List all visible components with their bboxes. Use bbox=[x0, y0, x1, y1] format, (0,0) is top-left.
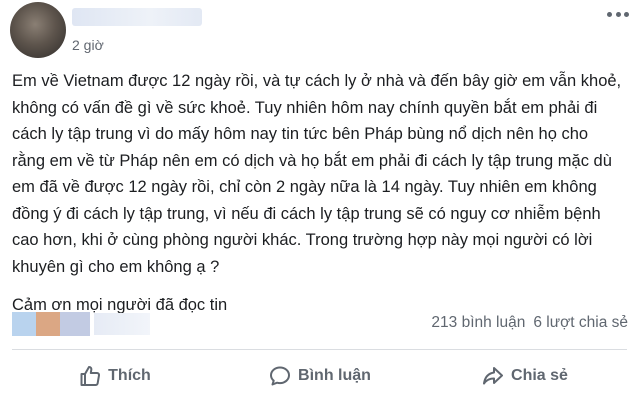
more-options-icon[interactable] bbox=[607, 8, 629, 20]
author-avatar[interactable] bbox=[10, 2, 66, 58]
post-header: 2 giờ bbox=[0, 0, 639, 70]
share-count[interactable]: 6 lượt chia sẻ bbox=[533, 314, 628, 332]
thumbs-up-icon bbox=[80, 366, 101, 386]
reaction-count-blurred bbox=[94, 313, 150, 335]
like-label: Thích bbox=[108, 367, 151, 384]
actions-divider bbox=[12, 349, 627, 350]
comment-bubble-icon bbox=[270, 366, 291, 386]
post-message: Em về Vietnam được 12 ngày rồi, và tự cá… bbox=[12, 72, 622, 276]
reaction-icon-blurred bbox=[12, 312, 36, 336]
share-button[interactable]: Chia sẻ bbox=[422, 353, 627, 399]
post-stats-bar: 213 bình luận 6 lượt chia sẻ bbox=[0, 312, 639, 338]
author-name-blurred[interactable] bbox=[72, 8, 202, 26]
facebook-post: 2 giờ Em về Vietnam được 12 ngày rồi, và… bbox=[0, 0, 639, 403]
comment-count[interactable]: 213 bình luận bbox=[431, 314, 525, 332]
engagement-counts: 213 bình luận 6 lượt chia sẻ bbox=[431, 314, 628, 332]
reactions-summary[interactable] bbox=[12, 312, 150, 336]
reaction-icon-blurred bbox=[60, 312, 90, 336]
like-button[interactable]: Thích bbox=[12, 353, 217, 399]
share-label: Chia sẻ bbox=[511, 367, 568, 384]
reaction-icon-blurred bbox=[36, 312, 60, 336]
comment-label: Bình luận bbox=[298, 367, 371, 384]
post-timestamp[interactable]: 2 giờ bbox=[72, 37, 104, 53]
post-body: Em về Vietnam được 12 ngày rồi, và tự cá… bbox=[12, 68, 624, 319]
post-actions: Thích Bình luận Chia sẻ bbox=[12, 353, 627, 399]
comment-button[interactable]: Bình luận bbox=[217, 353, 422, 399]
share-arrow-icon bbox=[483, 367, 504, 385]
